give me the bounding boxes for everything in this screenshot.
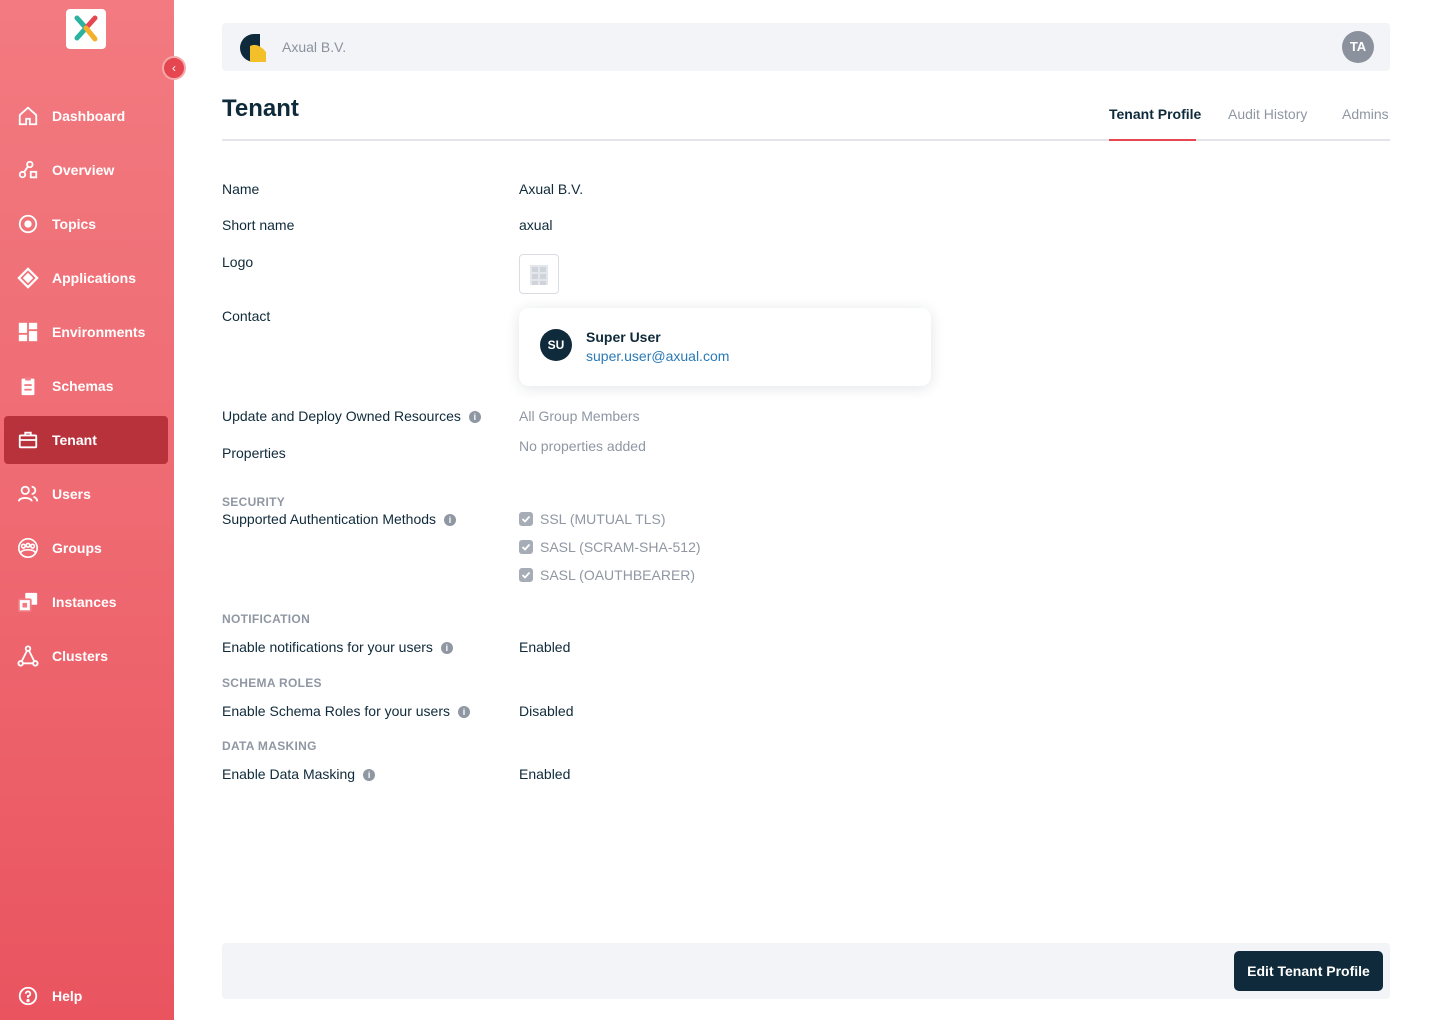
logo-label: Logo bbox=[222, 254, 254, 270]
overview-icon bbox=[4, 146, 52, 194]
notifications-label-text: Enable notifications for your users bbox=[222, 639, 433, 655]
sidebar-item-groups[interactable]: Groups bbox=[4, 524, 168, 572]
contact-avatar: SU bbox=[540, 329, 572, 361]
tenant-logo bbox=[519, 254, 559, 294]
top-bar: Axual B.V. TA bbox=[222, 23, 1390, 71]
sidebar-item-label: Topics bbox=[52, 216, 97, 232]
sidebar-item-clusters[interactable]: Clusters bbox=[4, 632, 168, 680]
org-name: Axual B.V. bbox=[282, 39, 347, 55]
security-heading: SECURITY bbox=[222, 495, 286, 509]
data-masking-label-text: Enable Data Masking bbox=[222, 766, 356, 782]
sidebar-item-label: Users bbox=[52, 486, 91, 502]
checkbox-checked-icon bbox=[519, 512, 533, 526]
sidebar-item-label: Clusters bbox=[52, 648, 109, 664]
sidebar-help-label: Help bbox=[52, 988, 83, 1004]
footer-bar: Edit Tenant Profile bbox=[222, 943, 1390, 999]
properties-value: No properties added bbox=[519, 438, 646, 454]
info-icon[interactable]: i bbox=[444, 514, 457, 526]
sidebar-item-tenant[interactable]: Tenant bbox=[4, 416, 168, 464]
users-icon bbox=[4, 470, 52, 518]
sidebar-item-label: Tenant bbox=[52, 432, 97, 448]
auth-methods-label: Supported Authentication Methods i bbox=[222, 511, 457, 527]
tabs-divider bbox=[222, 139, 1390, 141]
update-deploy-label: Update and Deploy Owned Resources i bbox=[222, 408, 481, 424]
page-title: Tenant bbox=[222, 95, 299, 122]
active-tab-indicator bbox=[1109, 139, 1196, 141]
schema-roles-heading: SCHEMA ROLES bbox=[222, 676, 322, 690]
sidebar-item-label: Applications bbox=[52, 270, 137, 286]
update-deploy-value: All Group Members bbox=[519, 408, 640, 424]
auth-method-checkbox[interactable]: SSL (MUTUAL TLS) bbox=[519, 511, 666, 527]
notifications-value: Enabled bbox=[519, 639, 571, 655]
instances-icon bbox=[4, 578, 52, 626]
sidebar-item-label: Groups bbox=[52, 540, 102, 556]
notifications-label: Enable notifications for your users i bbox=[222, 639, 453, 655]
auth-method-checkbox[interactable]: SASL (SCRAM-SHA-512) bbox=[519, 539, 701, 555]
data-masking-heading: DATA MASKING bbox=[222, 739, 317, 753]
short-name-label: Short name bbox=[222, 217, 295, 233]
info-icon[interactable]: i bbox=[440, 642, 453, 654]
schemas-icon bbox=[4, 362, 52, 410]
auth-methods-label-text: Supported Authentication Methods bbox=[222, 511, 437, 527]
sidebar-item-label: Overview bbox=[52, 162, 115, 178]
info-icon[interactable]: i bbox=[363, 769, 376, 781]
axual-logo-icon bbox=[74, 15, 98, 42]
tab-admins[interactable]: Admins bbox=[1342, 106, 1389, 122]
data-masking-value: Enabled bbox=[519, 766, 571, 782]
tab-tenant-profile[interactable]: Tenant Profile bbox=[1109, 106, 1201, 122]
org-logo-icon bbox=[240, 34, 266, 62]
sidebar-item-label: Environments bbox=[52, 324, 146, 340]
sidebar-item-dashboard[interactable]: Dashboard bbox=[4, 92, 168, 140]
contact-label: Contact bbox=[222, 308, 271, 324]
topics-icon bbox=[4, 200, 52, 248]
environments-icon bbox=[4, 308, 52, 356]
sidebar-item-topics[interactable]: Topics bbox=[4, 200, 168, 248]
sidebar-item-overview[interactable]: Overview bbox=[4, 146, 168, 194]
sidebar-item-users[interactable]: Users bbox=[4, 470, 168, 518]
auth-method-label: SSL (MUTUAL TLS) bbox=[540, 511, 666, 527]
home-icon bbox=[4, 92, 52, 140]
sidebar-item-instances[interactable]: Instances bbox=[4, 578, 168, 626]
name-label: Name bbox=[222, 181, 260, 197]
schema-roles-label-text: Enable Schema Roles for your users bbox=[222, 703, 450, 719]
info-icon[interactable]: i bbox=[458, 706, 470, 718]
sidebar-item-applications[interactable]: Applications bbox=[4, 254, 168, 302]
edit-tenant-profile-button[interactable]: Edit Tenant Profile bbox=[1234, 951, 1383, 991]
checkbox-checked-icon bbox=[519, 568, 533, 582]
chevron-left-icon: ‹ bbox=[172, 61, 176, 75]
contact-card: SU Super User super.user@axual.com bbox=[519, 308, 931, 386]
auth-method-checkbox[interactable]: SASL (OAUTHBEARER) bbox=[519, 567, 695, 583]
groups-icon bbox=[4, 524, 52, 572]
short-name-value: axual bbox=[519, 217, 553, 233]
schema-roles-label: Enable Schema Roles for your users i bbox=[222, 703, 470, 719]
auth-method-label: SASL (SCRAM-SHA-512) bbox=[540, 539, 701, 555]
info-icon[interactable]: i bbox=[468, 411, 481, 423]
name-value: Axual B.V. bbox=[519, 181, 584, 197]
contact-name: Super User bbox=[586, 329, 661, 345]
building-icon bbox=[530, 265, 548, 285]
checkbox-checked-icon bbox=[519, 540, 533, 554]
tab-audit-history[interactable]: Audit History bbox=[1228, 106, 1307, 122]
applications-icon bbox=[4, 254, 52, 302]
clusters-icon bbox=[4, 632, 52, 680]
update-deploy-label-text: Update and Deploy Owned Resources bbox=[222, 408, 461, 424]
schema-roles-value: Disabled bbox=[519, 703, 574, 719]
collapse-sidebar-button[interactable]: ‹ bbox=[162, 56, 186, 80]
properties-label: Properties bbox=[222, 445, 286, 461]
tenant-icon bbox=[4, 416, 52, 464]
notification-heading: NOTIFICATION bbox=[222, 612, 311, 626]
sidebar-item-schemas[interactable]: Schemas bbox=[4, 362, 168, 410]
auth-method-label: SASL (OAUTHBEARER) bbox=[540, 567, 696, 583]
contact-email-link[interactable]: super.user@axual.com bbox=[586, 348, 729, 364]
app-logo[interactable] bbox=[66, 9, 106, 49]
user-avatar[interactable]: TA bbox=[1342, 31, 1374, 63]
sidebar-item-help[interactable]: Help bbox=[4, 972, 168, 1020]
sidebar-item-label: Instances bbox=[52, 594, 117, 610]
data-masking-label: Enable Data Masking i bbox=[222, 766, 376, 782]
sidebar: Dashboard Overview Topics Applications E… bbox=[0, 0, 174, 1020]
sidebar-item-label: Schemas bbox=[52, 378, 114, 394]
sidebar-item-label: Dashboard bbox=[52, 108, 126, 124]
sidebar-item-environments[interactable]: Environments bbox=[4, 308, 168, 356]
help-icon bbox=[4, 972, 52, 1020]
